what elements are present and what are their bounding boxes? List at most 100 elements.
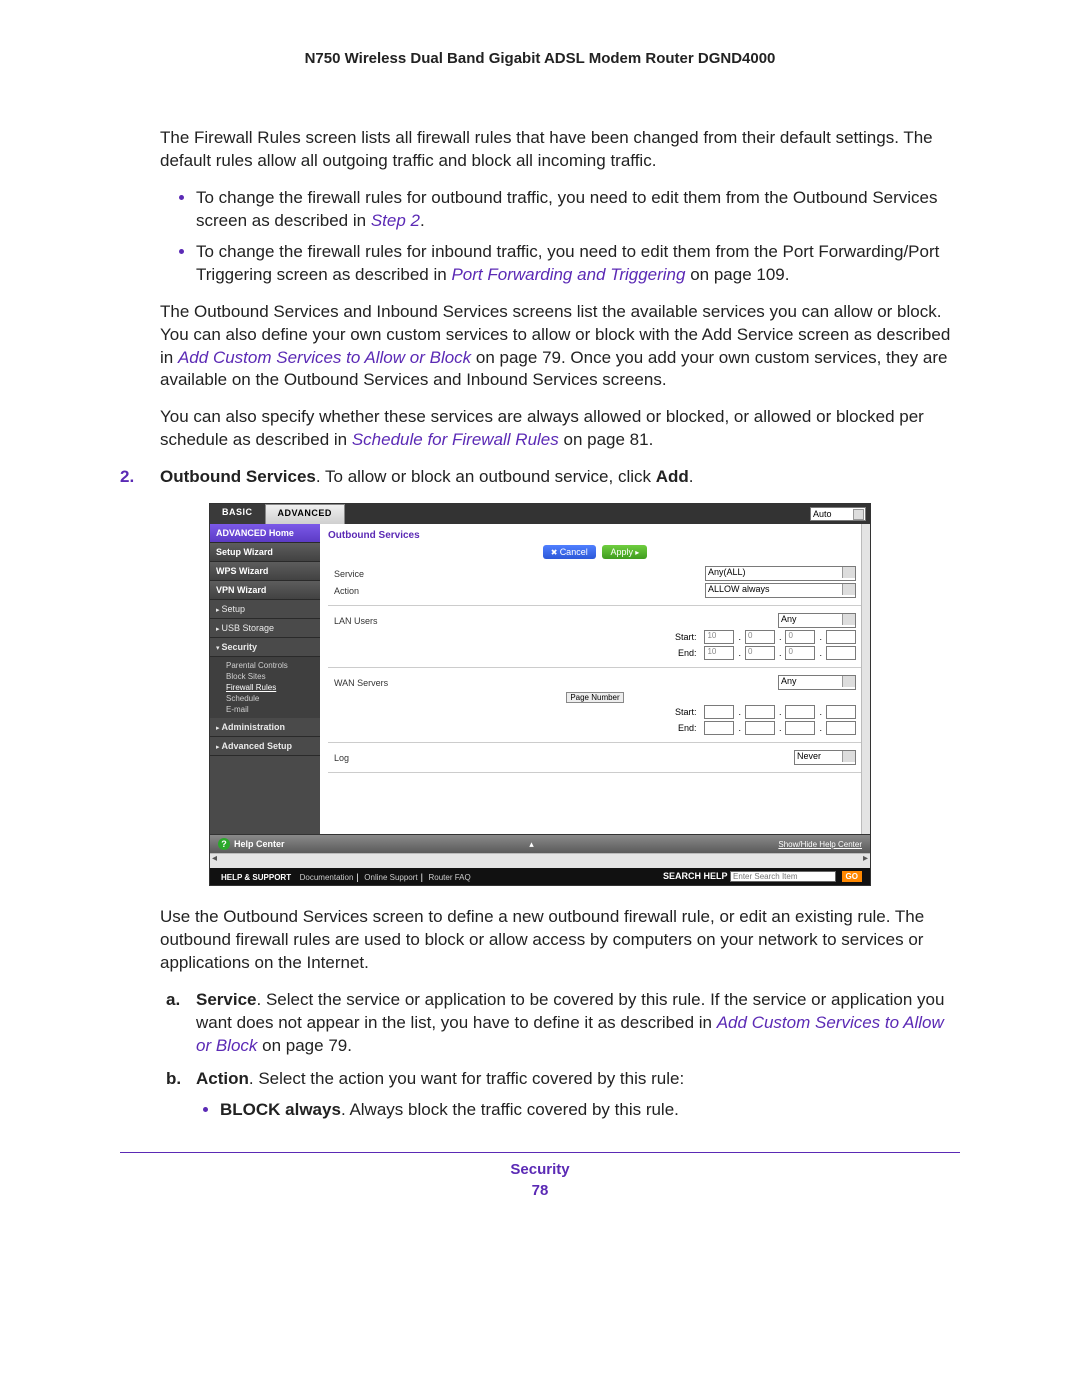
search-input[interactable] [730, 871, 836, 882]
bullet-item: To change the firewall rules for inbound… [196, 241, 960, 287]
start-label: Start: [675, 632, 697, 642]
end-label: End: [678, 723, 697, 733]
ip-segment[interactable]: x [826, 630, 856, 644]
step-2: 2. Outbound Services. To allow or block … [120, 466, 960, 489]
ip-segment[interactable]: x [745, 721, 775, 735]
sidebar-item-vpn-wizard[interactable]: VPN Wizard [210, 581, 320, 600]
apply-button[interactable]: Apply [602, 545, 647, 559]
ip-segment[interactable]: x [745, 705, 775, 719]
text: . [420, 211, 425, 230]
paragraph: You can also specify whether these servi… [160, 406, 960, 452]
sidebar-security-submenu: Parental Controls Block Sites Firewall R… [210, 657, 320, 718]
ip-segment[interactable]: 10 [704, 646, 734, 660]
start-label: Start: [675, 707, 697, 717]
paragraph: The Outbound Services and Inbound Servic… [160, 301, 960, 393]
support-bar: HELP & SUPPORT Documentation| Online Sup… [210, 868, 870, 885]
sidebar-subitem-parental[interactable]: Parental Controls [226, 660, 320, 671]
sidebar-item-administration[interactable]: Administration [210, 718, 320, 737]
sidebar-subitem-block-sites[interactable]: Block Sites [226, 671, 320, 682]
lan-users-select[interactable]: Any [778, 613, 856, 628]
tab-basic[interactable]: BASIC [210, 504, 265, 524]
link-add-custom-services[interactable]: Add Custom Services to Allow or Block [178, 348, 471, 367]
wan-servers-label: WAN Servers [334, 678, 388, 688]
router-ui-screenshot: Auto BASIC ADVANCED ADVANCED Home Setup … [209, 503, 871, 886]
paragraph: The Firewall Rules screen lists all fire… [160, 127, 960, 173]
text: on page 109. [685, 265, 789, 284]
service-select[interactable]: Any(ALL) [705, 566, 856, 581]
text: on page 81. [559, 430, 654, 449]
sidebar-subitem-email[interactable]: E-mail [226, 704, 320, 715]
tab-advanced[interactable]: ADVANCED [265, 504, 345, 524]
sidebar-item-setup-wizard[interactable]: Setup Wizard [210, 543, 320, 562]
service-label: Service [334, 569, 364, 579]
link-port-forwarding[interactable]: Port Forwarding and Triggering [451, 265, 685, 284]
ip-segment[interactable]: x [826, 646, 856, 660]
paragraph: Use the Outbound Services screen to defi… [160, 906, 960, 975]
sidebar-subitem-firewall-rules[interactable]: Firewall Rules [226, 682, 320, 693]
ip-segment[interactable]: 0 [745, 630, 775, 644]
sidebar-item-usb-storage[interactable]: USB Storage [210, 619, 320, 638]
log-select[interactable]: Never [794, 750, 856, 765]
link-documentation[interactable]: Documentation [300, 873, 354, 882]
lan-start-row: Start: 10. 0. 0. x [328, 629, 862, 645]
ip-segment[interactable]: x [704, 705, 734, 719]
sidebar-label: USB Storage [221, 623, 274, 633]
letter-item-a: a. Service. Select the service or applic… [196, 989, 960, 1058]
lan-users-label: LAN Users [334, 616, 378, 626]
ip-segment[interactable]: x [826, 705, 856, 719]
text: . [689, 467, 694, 486]
page-number-button[interactable]: Page Number [566, 692, 623, 703]
step-number: 2. [120, 466, 134, 489]
ip-segment[interactable]: 0 [785, 630, 815, 644]
go-button[interactable]: GO [842, 871, 862, 882]
action-label: Action [334, 586, 359, 596]
wan-servers-select[interactable]: Any [778, 675, 856, 690]
scrollbar-horizontal[interactable] [210, 853, 870, 868]
link-step2[interactable]: Step 2 [371, 211, 420, 230]
scrollbar-vertical[interactable] [861, 524, 870, 834]
sidebar-item-wps-wizard[interactable]: WPS Wizard [210, 562, 320, 581]
wan-end-row: End: x. x. x. x [328, 720, 862, 736]
sidebar-label: Security [221, 642, 257, 652]
lettered-list: a. Service. Select the service or applic… [160, 989, 960, 1122]
sidebar-label: Administration [221, 722, 285, 732]
bullet-item: To change the firewall rules for outboun… [196, 187, 960, 233]
action-select[interactable]: ALLOW always [705, 583, 856, 598]
cancel-button[interactable]: Cancel [543, 545, 596, 559]
help-center-label: Help Center [234, 839, 285, 849]
text-bold: Action [196, 1069, 249, 1088]
sidebar-label: Advanced Setup [221, 741, 292, 751]
link-online-support[interactable]: Online Support [364, 873, 417, 882]
button-row: Cancel Apply [328, 545, 862, 559]
show-hide-help-link[interactable]: Show/Hide Help Center [778, 840, 862, 849]
section-name: Security [510, 1161, 569, 1178]
bullet-item: BLOCK always. Always block the traffic c… [220, 1099, 960, 1122]
horizontal-rule [120, 1152, 960, 1153]
sidebar-item-advanced-setup[interactable]: Advanced Setup [210, 737, 320, 756]
letter-item-b: b. Action. Select the action you want fo… [196, 1068, 960, 1122]
content-panel: Outbound Services Cancel Apply Service A… [320, 524, 870, 834]
sidebar-item-advanced-home[interactable]: ADVANCED Home [210, 524, 320, 543]
ip-segment[interactable]: 0 [785, 646, 815, 660]
text: on page 79. [257, 1036, 352, 1055]
link-schedule-firewall[interactable]: Schedule for Firewall Rules [352, 430, 559, 449]
document-header: N750 Wireless Dual Band Gigabit ADSL Mod… [120, 50, 960, 67]
ip-segment[interactable]: x [826, 721, 856, 735]
sidebar-item-security[interactable]: Security [210, 638, 320, 657]
sidebar-item-setup[interactable]: Setup [210, 600, 320, 619]
tab-bar: BASIC ADVANCED [210, 504, 870, 524]
help-bar: ?Help Center ▴ Show/Hide Help Center [210, 834, 870, 853]
text-bold: Service [196, 990, 257, 1009]
link-router-faq[interactable]: Router FAQ [428, 873, 470, 882]
ip-segment[interactable]: x [785, 705, 815, 719]
sidebar-label: Setup [221, 604, 245, 614]
auto-select[interactable]: Auto [810, 507, 866, 521]
ip-segment[interactable]: x [785, 721, 815, 735]
sidebar-subitem-schedule[interactable]: Schedule [226, 693, 320, 704]
ip-segment[interactable]: 10 [704, 630, 734, 644]
ip-segment[interactable]: x [704, 721, 734, 735]
text: . Always block the traffic covered by th… [341, 1100, 679, 1119]
ip-segment[interactable]: 0 [745, 646, 775, 660]
help-support-label: HELP & SUPPORT [221, 873, 291, 882]
chevron-up-icon[interactable]: ▴ [529, 839, 534, 850]
